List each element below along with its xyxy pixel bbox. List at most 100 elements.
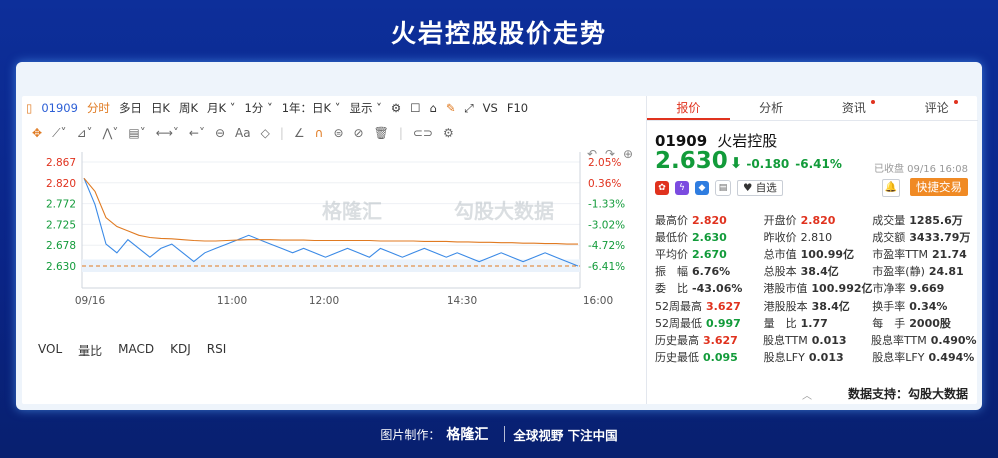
quote-cell: 历史最高 3.627 <box>655 332 763 348</box>
collapse-caret-icon[interactable]: ︿ <box>802 387 812 402</box>
tab-minute[interactable]: 1分 ˅ <box>244 100 272 116</box>
divider: | <box>279 126 284 140</box>
doc-icon[interactable]: ▤ <box>715 180 731 196</box>
quote-label: 总股本 <box>763 265 797 279</box>
quote-cell: 市盈率(静) 24.81 <box>872 263 975 279</box>
quote-value: 0.095 <box>703 351 738 365</box>
tab-multiday[interactable]: 多日 <box>119 100 142 116</box>
tab-quote[interactable]: 报价 <box>647 96 730 120</box>
compare-button[interactable]: VS <box>483 101 498 115</box>
camera-icon[interactable]: ⌂ <box>430 101 437 115</box>
line-tool-icon[interactable]: ⟋˅ <box>52 126 66 141</box>
y-tick-label: 2.772 <box>46 199 76 211</box>
channel-tool-icon[interactable]: ⊿˅ <box>76 126 92 140</box>
quote-row: 历史最低 0.095 股息LFY 0.013 股息率LFY 0.494% <box>655 349 975 366</box>
price-change: -0.180 <box>746 157 790 171</box>
fib-tool-icon[interactable]: ▤˅ <box>128 126 145 140</box>
quote-row: 52周最高 3.627 港股股本 38.4亿 换手率 0.34% <box>655 297 975 314</box>
display-menu[interactable]: 显示 ˅ <box>349 100 381 116</box>
tab-timeshare[interactable]: 分时 <box>87 100 110 116</box>
quote-label: 历史最低 <box>655 351 699 365</box>
market-status: 已收盘 09/16 16:08 <box>874 164 968 175</box>
sidebar-toggle-icon[interactable]: ▯ <box>26 101 32 115</box>
quote-cell: 量 比 1.77 <box>764 315 873 331</box>
text-tool[interactable]: Aa <box>235 126 251 140</box>
quote-label: 52周最高 <box>655 299 702 313</box>
tab-news[interactable]: 资讯 <box>813 96 896 120</box>
draw-settings-icon[interactable]: ⚙ <box>443 126 454 140</box>
lock-icon[interactable]: ⊜ <box>333 126 343 140</box>
quote-value: 2000股 <box>909 316 951 330</box>
tab-daily-k[interactable]: 日K <box>151 100 170 116</box>
stock-code: 01909 <box>41 101 78 115</box>
y-right-tick-label: -4.72% <box>588 240 625 252</box>
move-icon[interactable]: ✥ <box>32 126 42 140</box>
quote-cell: 股息率TTM 0.490% <box>871 332 977 348</box>
quote-label: 股息LFY <box>763 351 805 365</box>
indicator-rsi[interactable]: RSI <box>207 342 227 359</box>
quote-value: 38.4亿 <box>811 299 850 313</box>
bell-icon[interactable]: 🔔 <box>882 179 900 197</box>
x-tick-label: 12:00 <box>309 295 339 307</box>
quote-label: 市净率 <box>872 282 906 296</box>
quote-cell: 开盘价 2.820 <box>764 212 873 228</box>
tab-weekly-k[interactable]: 周K <box>179 100 198 116</box>
quote-cell: 昨收价 2.810 <box>764 229 873 245</box>
pencil-icon[interactable]: ✎ <box>446 101 456 115</box>
divider <box>504 426 506 442</box>
quote-label: 开盘价 <box>763 213 797 227</box>
y-tick-label: 2.867 <box>46 157 76 169</box>
settings-icon[interactable]: ⚙ <box>391 101 401 115</box>
range-tool-icon[interactable]: ⟷˅ <box>156 126 179 140</box>
square-icon[interactable]: ☐ <box>410 101 420 115</box>
y-tick-label: 2.630 <box>46 261 76 273</box>
quote-value: 0.494% <box>928 351 975 365</box>
last-price: 2.630 <box>655 148 728 174</box>
ruler-icon[interactable]: ∠ <box>294 126 305 140</box>
tab-comments[interactable]: 评论 <box>895 96 978 120</box>
tab-range[interactable]: 1年：日K ˅ <box>282 100 341 116</box>
x-tick-label: 16:00 <box>583 295 613 307</box>
add-watchlist-button[interactable]: ♥ 自选 <box>737 180 783 196</box>
quote-value: 0.490% <box>930 333 977 347</box>
quote-value: 6.76% <box>692 265 731 279</box>
tab-analysis[interactable]: 分析 <box>730 96 813 120</box>
watermark-left: 格隆汇 <box>322 199 382 223</box>
y-right-tick-label: 2.05% <box>588 157 621 169</box>
trash-icon[interactable]: 🗑 <box>374 126 389 140</box>
indicator-macd[interactable]: MACD <box>118 342 154 359</box>
quote-cell: 每 手 2000股 <box>872 315 975 331</box>
arrow-tool-icon[interactable]: ←˅ <box>189 126 205 140</box>
tab-monthly-k[interactable]: 月K ˅ <box>207 100 235 116</box>
intraday-chart[interactable]: ↶ ↷ ⊕2.867 2.05%2.820 0.36%2.772 -1.33%2.725-… <box>22 148 644 333</box>
quote-label: 每 手 <box>872 316 906 330</box>
quote-grid: 最高价 2.820 开盘价 2.820 成交量 1285.6万 最低价 2.630 昨收价 2.8… <box>655 211 977 366</box>
indicator-vol[interactable]: VOL <box>38 342 62 359</box>
quote-label: 股息TTM <box>763 333 808 347</box>
quote-label: 振 幅 <box>655 265 688 279</box>
quote-value: -43.06% <box>692 282 743 296</box>
quote-value: 21.74 <box>932 247 967 261</box>
quick-trade-button[interactable]: 快捷交易 <box>910 178 968 196</box>
quote-value: 2.820 <box>692 213 727 227</box>
price-line: 2.630 ⬇ -0.180 -6.41% <box>655 148 848 174</box>
wave-tool-icon[interactable]: ⋀˅ <box>103 126 119 140</box>
quote-value: 0.34% <box>909 299 948 313</box>
link-icon[interactable]: ⊂⊃ <box>413 126 433 140</box>
y-right-tick-label: -6.41% <box>588 261 625 273</box>
indicator-kdj[interactable]: KDJ <box>170 342 191 359</box>
eraser-icon[interactable]: ◇ <box>261 126 270 140</box>
zoom-in-icon[interactable]: ⊕ <box>623 148 633 161</box>
quote-value: 1285.6万 <box>909 213 963 227</box>
indicator-volume-ratio[interactable]: 量比 <box>78 342 102 359</box>
quote-cell: 总市值 100.99亿 <box>764 246 873 262</box>
zoom-out-icon[interactable]: ⊖ <box>215 126 225 140</box>
quote-cell: 股息TTM 0.013 <box>763 332 871 348</box>
expand-icon[interactable]: ⤢ <box>464 101 473 116</box>
magnet-icon[interactable]: ∩ <box>315 126 324 140</box>
hide-icon[interactable]: ⊘ <box>354 126 364 140</box>
quote-row: 最高价 2.820 开盘价 2.820 成交量 1285.6万 <box>655 211 975 228</box>
quote-cell: 振 幅 6.76% <box>655 263 764 279</box>
f10-button[interactable]: F10 <box>507 101 528 115</box>
quote-label: 委 比 <box>655 282 688 296</box>
